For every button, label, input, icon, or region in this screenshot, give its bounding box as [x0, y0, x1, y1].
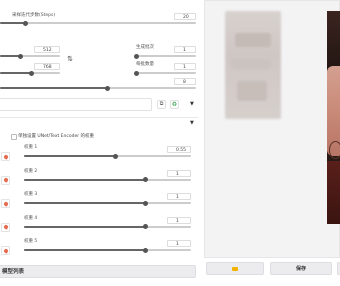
recycle-icon[interactable]: ♻ [170, 100, 179, 109]
separate-weights-label: 单独设置 UNet/Text Encoder 的权重 [18, 134, 94, 139]
lora-weight-label: 权重 2 [24, 168, 38, 174]
lora-refresh-button[interactable] [1, 199, 10, 208]
width-slider[interactable] [0, 53, 60, 59]
lora-collapse-arrow-icon[interactable]: ▼ [190, 120, 194, 126]
model-list-button[interactable]: 模型列表 [0, 265, 196, 278]
model-list-label: 模型列表 [2, 269, 25, 275]
save-label: 保存 [295, 266, 306, 272]
lora-weight-slider[interactable] [24, 153, 191, 159]
height-slider[interactable] [0, 70, 60, 76]
batch-count-input[interactable]: 1 [174, 46, 196, 53]
batch-count-slider[interactable] [133, 53, 196, 59]
folder-icon [232, 267, 238, 271]
lora-refresh-button[interactable] [1, 152, 10, 161]
brush-icon [2, 177, 9, 183]
swap-arrows-icon[interactable]: ⇅ [66, 55, 74, 63]
lora-weight-slider[interactable] [24, 177, 191, 182]
lora-weight-label: 权重 5 [24, 239, 38, 244]
batch-size-label: 每批数量 [136, 62, 154, 67]
save-button[interactable]: 保存 [270, 262, 332, 275]
lora-weight-label: 权重 1 [24, 145, 38, 150]
prompt-box[interactable] [0, 98, 152, 111]
lora-refresh-button[interactable] [1, 222, 10, 232]
steps-label: 采样迭代步数(Steps) [12, 13, 56, 18]
lora-weight-slider[interactable] [24, 224, 191, 229]
steps-slider[interactable] [0, 20, 196, 26]
brush-icon [2, 247, 9, 254]
separate-weights-checkbox[interactable] [11, 134, 17, 140]
batch-size-slider[interactable] [133, 70, 196, 76]
steps-input[interactable]: 20 [174, 13, 196, 20]
lora-weight-label: 权重 4 [24, 215, 38, 221]
lora-refresh-button[interactable] [1, 175, 10, 185]
prompt-collapse-arrow-icon[interactable]: ▼ [190, 101, 194, 107]
lora-weight-input[interactable]: 1 [167, 169, 191, 177]
lora-weight-input[interactable]: 1 [167, 216, 191, 224]
blurred-thumbnail-image[interactable] [225, 11, 281, 119]
lora-weight-slider[interactable] [24, 247, 191, 253]
lora-weight-label: 权重 3 [24, 192, 38, 197]
cfg-slider[interactable] [0, 85, 196, 91]
brush-icon [2, 224, 9, 230]
paste-icon[interactable]: ⧉ [157, 100, 166, 109]
cfg-input[interactable]: 8 [174, 78, 196, 85]
lora-weight-input[interactable]: 1 [167, 240, 191, 247]
lora-weight-slider[interactable] [24, 200, 191, 206]
output-image[interactable] [327, 11, 340, 224]
batch-size-input[interactable]: 1 [174, 63, 196, 70]
open-folder-button[interactable] [206, 262, 264, 275]
brush-icon [2, 200, 9, 207]
height-input[interactable]: 768 [34, 63, 60, 70]
brush-icon [2, 153, 9, 160]
batch-count-label: 生成批次 [136, 45, 154, 50]
lora-weight-input[interactable]: 1 [167, 193, 191, 200]
lora-weight-input[interactable]: 0.55 [167, 146, 191, 153]
width-input[interactable]: 512 [34, 46, 60, 53]
lora-refresh-button[interactable] [1, 246, 10, 255]
